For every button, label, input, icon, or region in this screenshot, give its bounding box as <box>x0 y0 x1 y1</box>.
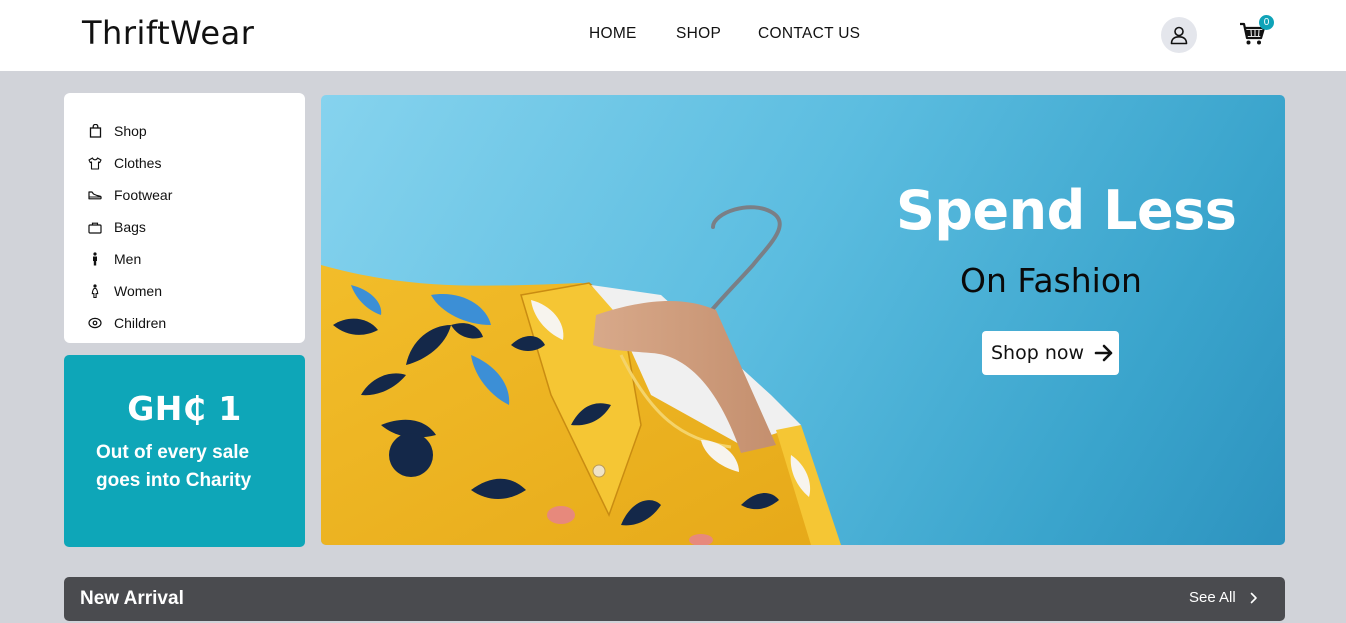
sidebar-item-bags[interactable]: Bags <box>64 211 305 243</box>
shoe-icon <box>88 188 102 202</box>
nav-home-link[interactable]: HOME <box>589 25 637 43</box>
sidebar-item-label: Footwear <box>114 187 173 203</box>
sidebar-item-children[interactable]: Children <box>64 307 305 339</box>
see-all-link[interactable]: See All <box>1189 589 1258 606</box>
sidebar-item-label: Bags <box>114 219 146 235</box>
account-button[interactable] <box>1161 17 1197 53</box>
cart-count-badge: 0 <box>1259 15 1274 30</box>
hero-subheadline: On Fashion <box>960 261 1142 300</box>
sidebar-item-women[interactable]: Women <box>64 275 305 307</box>
shop-now-button[interactable]: Shop now <box>982 331 1119 375</box>
female-icon <box>88 284 102 298</box>
sidebar-item-clothes[interactable]: Clothes <box>64 147 305 179</box>
male-icon <box>88 252 102 266</box>
tshirt-icon <box>88 156 102 170</box>
chevron-right-icon <box>1250 592 1258 604</box>
sidebar-item-men[interactable]: Men <box>64 243 305 275</box>
sidebar-item-shop[interactable]: Shop <box>64 115 305 147</box>
sidebar-item-label: Women <box>114 283 162 299</box>
charity-promo-card: GH₵ 1 Out of every sale goes into Charit… <box>64 355 305 547</box>
child-icon <box>88 316 102 330</box>
sidebar-item-label: Shop <box>114 123 147 139</box>
sidebar-item-footwear[interactable]: Footwear <box>64 179 305 211</box>
sidebar-item-label: Men <box>114 251 142 267</box>
shop-now-label: Shop now <box>991 342 1085 364</box>
nav-shop-link[interactable]: SHOP <box>676 25 721 43</box>
charity-amount: GH₵ 1 <box>127 389 242 428</box>
hero-headline: Spend Less <box>896 179 1237 242</box>
category-sidebar: Shop Clothes Footwear Bags Men Women Chi… <box>64 93 305 343</box>
charity-note: Out of every sale goes into Charity <box>96 442 252 491</box>
shopping-bag-icon <box>88 124 102 138</box>
hero-banner: Spend Less On Fashion Shop now <box>321 95 1285 545</box>
top-header: ThriftWear HOME SHOP CONTACT US 0 <box>0 0 1346 71</box>
hero-shirt-image <box>321 205 841 545</box>
new-arrival-header: New Arrival See All <box>64 577 1285 621</box>
see-all-label: See All <box>1189 589 1236 606</box>
user-icon <box>1170 26 1188 45</box>
sidebar-item-label: Children <box>114 315 167 331</box>
bag-icon <box>88 220 102 234</box>
new-arrival-title: New Arrival <box>80 588 184 609</box>
sidebar-item-label: Clothes <box>114 155 162 171</box>
nav-contact-link[interactable]: CONTACT US <box>758 25 860 43</box>
site-logo[interactable]: ThriftWear <box>82 14 254 52</box>
arrow-right-icon <box>1094 344 1114 362</box>
